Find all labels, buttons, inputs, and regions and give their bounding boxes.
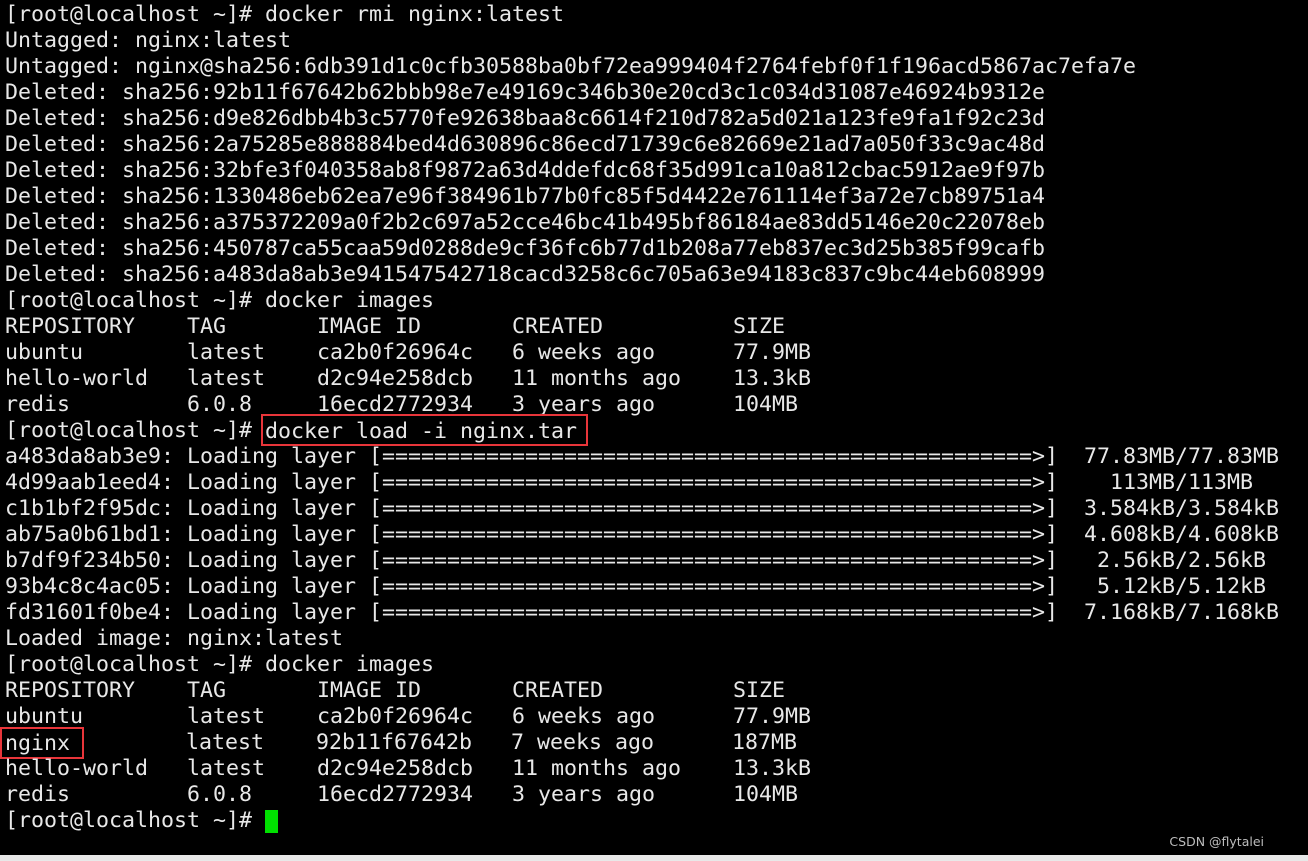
loaded-message: Loaded image: nginx:latest: [5, 626, 344, 651]
images-table-row: hello-world latest d2c94e258dcb 11 month…: [5, 756, 812, 781]
images-table-row: ubuntu latest ca2b0f26964c 6 weeks ago 7…: [5, 340, 812, 365]
terminal-line: [root@localhost ~]# docker rmi nginx:lat…: [5, 2, 565, 27]
terminal-line: Deleted: sha256:92b11f67642b62bbb98e7e49…: [5, 80, 1046, 105]
shell-prompt: [root@localhost ~]#: [5, 808, 266, 833]
current-prompt-line[interactable]: [root@localhost ~]#: [5, 808, 1308, 834]
layer-progress-line: 93b4c8c4ac05: Loading layer [===========…: [5, 574, 1267, 599]
terminal-line: [root@localhost ~]# docker images: [5, 288, 435, 313]
bottom-strip: [0, 855, 1308, 861]
highlighted-load-command: docker load -i nginx.tar: [261, 414, 589, 446]
images-table-header: REPOSITORY TAG IMAGE ID CREATED SIZE: [5, 678, 786, 703]
layer-progress-line: fd31601f0be4: Loading layer [===========…: [5, 600, 1280, 625]
terminal-line: Deleted: sha256:450787ca55caa59d0288de9c…: [5, 236, 1046, 261]
images-table-row-nginx: nginx latest 92b11f67642b 7 weeks ago 18…: [0, 727, 1308, 759]
images-table-row: hello-world latest d2c94e258dcb 11 month…: [5, 366, 812, 391]
terminal-line: Deleted: sha256:32bfe3f040358ab8f9872a63…: [5, 158, 1046, 183]
images-table-row: ubuntu latest ca2b0f26964c 6 weeks ago 7…: [5, 704, 812, 729]
images-table-header: REPOSITORY TAG IMAGE ID CREATED SIZE: [5, 314, 786, 339]
layer-progress-line: 4d99aab1eed4: Loading layer [===========…: [5, 470, 1254, 495]
terminal-line: [root@localhost ~]# docker images: [5, 652, 435, 677]
watermark: CSDN @flytalei: [1169, 834, 1264, 849]
shell-prompt: [root@localhost ~]#: [5, 418, 266, 443]
layer-progress-line: a483da8ab3e9: Loading layer [===========…: [5, 444, 1280, 469]
nginx-row-details: latest 92b11f67642b 7 weeks ago 187MB: [69, 730, 798, 755]
layer-progress-line: c1b1bf2f95dc: Loading layer [===========…: [5, 496, 1280, 521]
terminal-line: Deleted: sha256:a483da8ab3e941547542718c…: [5, 262, 1046, 287]
terminal-line: Untagged: nginx@sha256:6db391d1c0cfb3058…: [5, 54, 1137, 79]
terminal-output[interactable]: [root@localhost ~]# docker rmi nginx:lat…: [0, 2, 1308, 834]
terminal-line-load: [root@localhost ~]# docker load -i nginx…: [5, 414, 1308, 446]
terminal-line: Untagged: nginx:latest: [5, 28, 292, 53]
images-table-row: redis 6.0.8 16ecd2772934 3 years ago 104…: [5, 392, 799, 417]
images-table-row: redis 6.0.8 16ecd2772934 3 years ago 104…: [5, 782, 799, 807]
terminal-line: Deleted: sha256:d9e826dbb4b3c5770fe92638…: [5, 106, 1046, 131]
layer-progress-line: ab75a0b61bd1: Loading layer [===========…: [5, 522, 1280, 547]
layer-progress-line: b7df9f234b50: Loading layer [===========…: [5, 548, 1267, 573]
terminal-line: Deleted: sha256:2a75285e888884bed4d63089…: [5, 132, 1046, 157]
terminal-line: Deleted: sha256:1330486eb62ea7e96f384961…: [5, 184, 1046, 209]
terminal-line: Deleted: sha256:a375372209a0f2b2c697a52c…: [5, 210, 1046, 235]
terminal-cursor: [265, 810, 279, 833]
